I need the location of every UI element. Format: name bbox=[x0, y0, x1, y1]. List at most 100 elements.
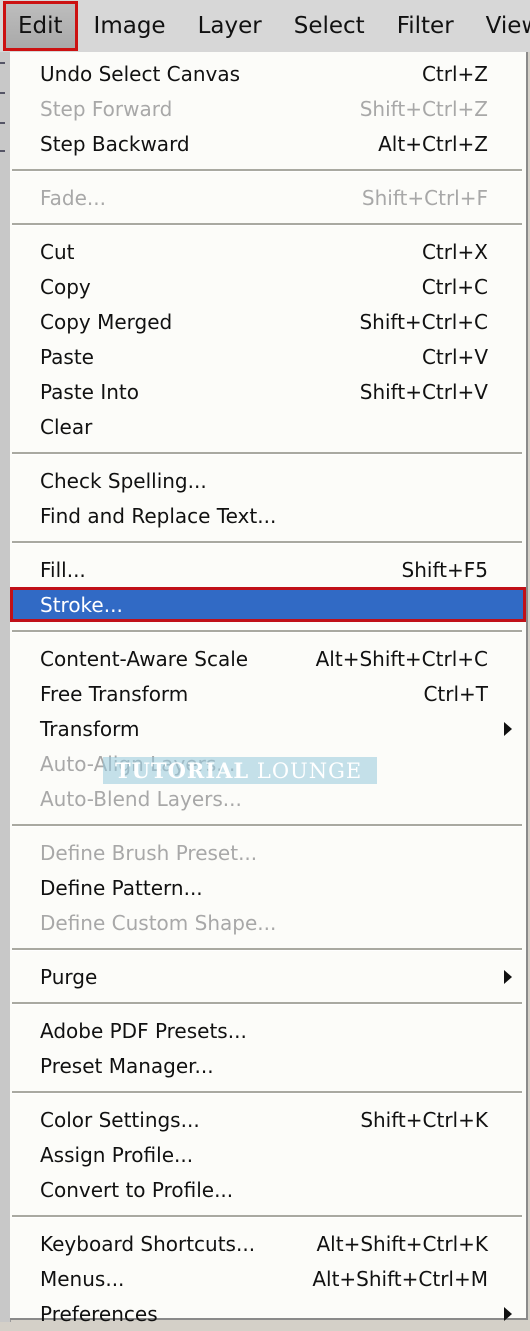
menu-item-shortcut: Ctrl+T bbox=[423, 681, 488, 706]
menu-bar: EditImageLayerSelectFilterView bbox=[0, 0, 530, 52]
toolbar-tick bbox=[0, 62, 5, 64]
menu-separator bbox=[12, 1002, 522, 1005]
menu-item-label: Undo Select Canvas bbox=[40, 61, 241, 86]
submenu-arrow-icon bbox=[504, 1306, 512, 1321]
menu-item-shortcut: Ctrl+X bbox=[421, 239, 488, 264]
menu-item-shortcut: Ctrl+C bbox=[421, 274, 488, 299]
menubar-layer[interactable]: Layer bbox=[182, 0, 278, 52]
menubar-edit[interactable]: Edit bbox=[3, 1, 78, 51]
menu-item-label: Find and Replace Text... bbox=[40, 503, 277, 528]
watermark-bold: TUTORIAL bbox=[115, 758, 250, 783]
menu-separator bbox=[12, 452, 522, 455]
toolbar-tick bbox=[0, 92, 5, 94]
menu-item-label: Check Spelling... bbox=[40, 468, 207, 493]
menubar-select[interactable]: Select bbox=[278, 0, 381, 52]
menu-item-undo-select-canvas[interactable]: Undo Select Canvas Ctrl+Z bbox=[10, 56, 526, 91]
menu-item-purge[interactable]: Purge bbox=[10, 959, 526, 994]
menu-item-label: Fade... bbox=[40, 185, 106, 210]
menu-item-shortcut: Alt+Shift+Ctrl+M bbox=[312, 1266, 488, 1291]
menu-item-menus[interactable]: Menus... Alt+Shift+Ctrl+M bbox=[10, 1261, 526, 1296]
menu-item-label: Free Transform bbox=[40, 681, 189, 706]
menu-item-label: Color Settings... bbox=[40, 1107, 200, 1132]
menu-item-step-forward: Step Forward Shift+Ctrl+Z bbox=[10, 91, 526, 126]
menu-item-fill[interactable]: Fill... Shift+F5 bbox=[10, 552, 526, 587]
menu-item-step-backward[interactable]: Step Backward Alt+Ctrl+Z bbox=[10, 126, 526, 161]
menu-item-check-spelling[interactable]: Check Spelling... bbox=[10, 463, 526, 498]
menu-item-paste-into[interactable]: Paste Into Shift+Ctrl+V bbox=[10, 374, 526, 409]
watermark-light: LOUNGE bbox=[256, 759, 363, 783]
menu-item-label: Adobe PDF Presets... bbox=[40, 1018, 247, 1043]
menu-item-auto-blend-layers: Auto-Blend Layers... bbox=[10, 781, 526, 816]
watermark: TUTORIAL LOUNGE bbox=[103, 757, 377, 784]
menu-item-label: Convert to Profile... bbox=[40, 1177, 234, 1202]
menu-item-shortcut: Shift+Ctrl+K bbox=[360, 1107, 488, 1132]
menu-item-stroke[interactable]: Stroke... bbox=[10, 587, 526, 622]
menu-separator bbox=[12, 541, 522, 544]
menu-item-keyboard-shortcuts[interactable]: Keyboard Shortcuts... Alt+Shift+Ctrl+K bbox=[10, 1226, 526, 1261]
menu-separator bbox=[12, 169, 522, 172]
menubar-view[interactable]: View bbox=[470, 0, 530, 52]
menu-item-clear[interactable]: Clear bbox=[10, 409, 526, 444]
menu-item-preset-manager[interactable]: Preset Manager... bbox=[10, 1048, 526, 1083]
menu-item-find-and-replace-text[interactable]: Find and Replace Text... bbox=[10, 498, 526, 533]
menu-item-define-pattern[interactable]: Define Pattern... bbox=[10, 870, 526, 905]
menu-item-label: Define Pattern... bbox=[40, 875, 203, 900]
menu-item-shortcut: Shift+Ctrl+V bbox=[359, 379, 488, 404]
menu-item-paste[interactable]: Paste Ctrl+V bbox=[10, 339, 526, 374]
menu-item-shortcut: Shift+Ctrl+Z bbox=[359, 96, 488, 121]
menu-item-define-custom-shape: Define Custom Shape... bbox=[10, 905, 526, 940]
menu-item-label: Menus... bbox=[40, 1266, 125, 1291]
menubar-filter[interactable]: Filter bbox=[381, 0, 470, 52]
menu-item-content-aware-scale[interactable]: Content-Aware Scale Alt+Shift+Ctrl+C bbox=[10, 641, 526, 676]
menu-item-shortcut: Ctrl+Z bbox=[421, 61, 488, 86]
submenu-arrow-icon bbox=[504, 721, 512, 736]
menu-item-label: Paste bbox=[40, 344, 94, 369]
submenu-arrow-icon bbox=[504, 969, 512, 984]
menu-item-label: Step Backward bbox=[40, 131, 190, 156]
menu-separator bbox=[12, 948, 522, 951]
menu-item-label: Assign Profile... bbox=[40, 1142, 194, 1167]
menu-item-assign-profile[interactable]: Assign Profile... bbox=[10, 1137, 526, 1172]
menu-item-shortcut: Ctrl+V bbox=[421, 344, 488, 369]
menu-separator bbox=[12, 630, 522, 633]
menu-item-label: Define Brush Preset... bbox=[40, 840, 258, 865]
menu-item-shortcut: Alt+Shift+Ctrl+C bbox=[315, 646, 488, 671]
menu-item-transform[interactable]: Transform bbox=[10, 711, 526, 746]
menu-item-shortcut: Alt+Ctrl+Z bbox=[378, 131, 488, 156]
menu-item-label: Cut bbox=[40, 239, 75, 264]
menu-item-label: Step Forward bbox=[40, 96, 173, 121]
menu-item-copy-merged[interactable]: Copy Merged Shift+Ctrl+C bbox=[10, 304, 526, 339]
menu-item-label: Fill... bbox=[40, 557, 86, 582]
menu-item-label: Content-Aware Scale bbox=[40, 646, 249, 671]
menu-item-label: Copy bbox=[40, 274, 91, 299]
menu-item-shortcut: Shift+Ctrl+C bbox=[359, 309, 488, 334]
menu-item-label: Keyboard Shortcuts... bbox=[40, 1231, 256, 1256]
menu-item-define-brush-preset: Define Brush Preset... bbox=[10, 835, 526, 870]
menu-separator bbox=[12, 824, 522, 827]
menu-item-color-settings[interactable]: Color Settings... Shift+Ctrl+K bbox=[10, 1102, 526, 1137]
menu-separator bbox=[12, 1091, 522, 1094]
menu-item-label: Paste Into bbox=[40, 379, 139, 404]
menu-item-label: Transform bbox=[40, 716, 140, 741]
menu-item-shortcut: Shift+Ctrl+F bbox=[361, 185, 488, 210]
menu-item-cut[interactable]: Cut Ctrl+X bbox=[10, 234, 526, 269]
menu-item-label: Purge bbox=[40, 964, 98, 989]
menu-item-shortcut: Alt+Shift+Ctrl+K bbox=[316, 1231, 488, 1256]
menu-item-label: Clear bbox=[40, 414, 93, 439]
menu-item-free-transform[interactable]: Free Transform Ctrl+T bbox=[10, 676, 526, 711]
toolbar-tick bbox=[0, 122, 5, 124]
edit-menu-dropdown: Undo Select Canvas Ctrl+Z Step Forward Shif… bbox=[10, 52, 528, 1326]
menu-item-adobe-pdf-presets[interactable]: Adobe PDF Presets... bbox=[10, 1013, 526, 1048]
menubar-image[interactable]: Image bbox=[78, 0, 182, 52]
menu-item-preferences[interactable]: Preferences bbox=[10, 1296, 526, 1331]
menu-item-label: Preset Manager... bbox=[40, 1053, 214, 1078]
menu-item-label: Define Custom Shape... bbox=[40, 910, 277, 935]
menu-item-shortcut: Shift+F5 bbox=[401, 557, 488, 582]
menu-item-label: Stroke... bbox=[40, 592, 123, 617]
menu-item-fade: Fade... Shift+Ctrl+F bbox=[10, 180, 526, 215]
menu-item-convert-to-profile[interactable]: Convert to Profile... bbox=[10, 1172, 526, 1207]
menu-item-copy[interactable]: Copy Ctrl+C bbox=[10, 269, 526, 304]
menu-item-label: Copy Merged bbox=[40, 309, 173, 334]
menu-separator bbox=[12, 223, 522, 226]
menu-separator bbox=[12, 1215, 522, 1218]
